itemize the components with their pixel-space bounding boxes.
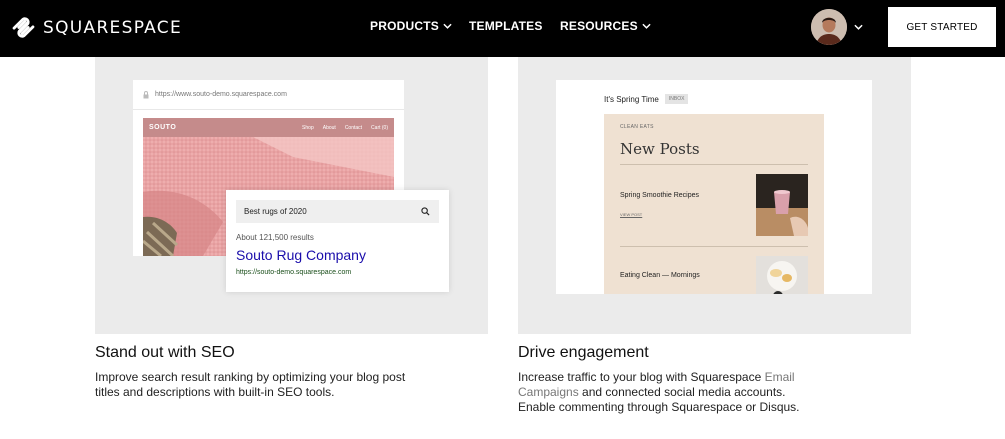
top-nav-bar: SQUARESPACE PRODUCTS TEMPLATES RESOURCES… — [0, 0, 1005, 57]
smoothie-photo — [756, 174, 808, 236]
result-count: About 121,500 results — [236, 233, 314, 242]
mock-url-text: https://www.souto-demo.squarespace.com — [155, 91, 287, 98]
seo-caption-body: Improve search result ranking by optimiz… — [95, 370, 406, 399]
result-url: https://souto-demo.squarespace.com — [236, 269, 352, 276]
mock-site-logo: SOUTO — [149, 124, 177, 131]
chevron-down-icon — [642, 23, 651, 29]
divider — [620, 246, 808, 247]
nav-products[interactable]: PRODUCTS — [370, 19, 452, 33]
mock-nav-cart: Cart (0) — [371, 124, 388, 131]
breakfast-photo — [756, 256, 808, 294]
get-started-button[interactable]: GET STARTED — [888, 7, 996, 47]
nav-resources-label: RESOURCES — [560, 19, 638, 33]
seo-caption-title: Stand out with SEO — [95, 344, 235, 361]
chevron-down-icon[interactable] — [854, 24, 863, 30]
nav-resources[interactable]: RESOURCES — [560, 19, 651, 33]
engagement-feature-card: It's Spring Time INBOX CLEAN EATS New Po… — [518, 57, 911, 334]
mock-search-box: Best rugs of 2020 — [236, 200, 439, 223]
newsletter-eyebrow: CLEAN EATS — [620, 124, 654, 130]
mock-site-nav: Shop About Contact Cart (0) — [293, 125, 388, 131]
nav-templates[interactable]: TEMPLATES — [469, 19, 543, 33]
email-subject: It's Spring Time — [604, 94, 659, 104]
engagement-caption-title: Drive engagement — [518, 344, 649, 361]
brand-name: SQUARESPACE — [43, 17, 182, 38]
mock-email: It's Spring Time INBOX CLEAN EATS New Po… — [556, 80, 872, 294]
post-title: Eating Clean — Mornings — [620, 272, 700, 279]
divider — [620, 164, 808, 165]
mock-site-header: SOUTO Shop About Contact Cart (0) — [143, 118, 394, 137]
brand-logo[interactable]: SQUARESPACE — [10, 14, 182, 41]
mock-nav-shop: Shop — [302, 124, 314, 131]
view-post-link: VIEW POST — [620, 212, 643, 217]
avatar-image — [811, 9, 847, 45]
mock-search-query: Best rugs of 2020 — [244, 207, 307, 216]
seo-feature-card: https://www.souto-demo.squarespace.com S… — [95, 57, 488, 334]
nav-products-label: PRODUCTS — [370, 19, 439, 33]
search-result-card: Best rugs of 2020 About 121,500 results … — [226, 190, 449, 292]
user-avatar[interactable] — [811, 9, 847, 45]
newsletter-body: CLEAN EATS New Posts Spring Smoothie Rec… — [604, 114, 824, 294]
mock-nav-about: About — [322, 124, 336, 131]
squarespace-logo-icon — [12, 17, 35, 38]
post-title: Spring Smoothie Recipes — [620, 192, 699, 199]
chevron-down-icon — [443, 23, 452, 29]
engagement-caption-body: Increase traffic to your blog with Squar… — [518, 370, 823, 415]
newsletter-heading: New Posts — [620, 140, 700, 158]
mock-nav-contact: Contact — [344, 124, 363, 131]
mock-url-bar: https://www.souto-demo.squarespace.com — [133, 80, 404, 110]
result-title: Souto Rug Company — [236, 247, 366, 263]
search-icon — [421, 207, 430, 216]
lock-icon — [143, 90, 149, 98]
inbox-badge: INBOX — [664, 94, 689, 104]
nav-templates-label: TEMPLATES — [469, 19, 543, 33]
email-subject-line: It's Spring Time INBOX — [604, 94, 689, 104]
engagement-caption-text: Increase traffic to your blog with Squar… — [518, 370, 765, 384]
